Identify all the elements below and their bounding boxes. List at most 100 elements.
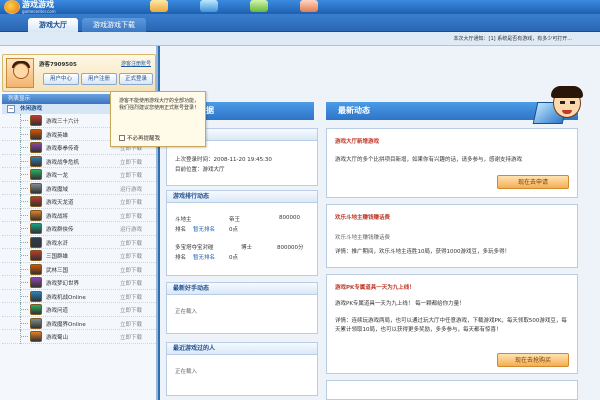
home-nav-icon[interactable] [150, 0, 168, 12]
rank1-role: 帝王 [229, 217, 241, 223]
tree-connector [20, 141, 28, 155]
game-list-item[interactable]: 游戏水浒 立即下载 [2, 235, 156, 249]
category-label: 休闲游戏 [20, 106, 43, 112]
avatar[interactable] [6, 58, 34, 88]
mascot-eye [570, 101, 575, 104]
news-item-2: 欢乐斗地主赚钱赚话费 欢乐斗地主赚钱赚话费 详情：推广期间，欢乐斗地主连胜10局… [326, 204, 578, 268]
game-status-link[interactable]: 立即下载 [120, 320, 142, 328]
user-register-button[interactable]: 用户注册 [81, 73, 117, 85]
game-list-item[interactable]: 游戏天龙道 立即下载 [2, 195, 156, 209]
news3-desc: 详情：连续玩游戏两局，也可以通过玩大厅中任意游戏，下载游戏PK，每天领取500游… [335, 318, 567, 333]
lately-played-panel: 最近游戏过的人 正在载入 [166, 342, 318, 396]
app-logo[interactable]: 游戏游戏 gamecenter.com [4, 0, 70, 14]
tab-download[interactable]: 游戏游戏下载 [82, 18, 146, 32]
game-status-link[interactable]: 运行游戏 [120, 225, 142, 233]
tab-lobby[interactable]: 游戏大厅 [28, 18, 78, 32]
game-list-item[interactable]: 武林三国 立即下载 [2, 262, 156, 276]
login-button[interactable]: 正式登录 [119, 73, 153, 85]
news3-title[interactable]: 游戏PK专属道具一天为九上线！ [335, 283, 415, 291]
rank1-value[interactable]: 暂无排名 [193, 225, 215, 233]
game-status-link[interactable]: 立即下载 [120, 333, 142, 341]
rank2-value[interactable]: 暂无排名 [193, 253, 215, 261]
game-list-item[interactable]: 游戏机战Online 立即下载 [2, 289, 156, 303]
game-list-item[interactable]: 游戏梦幻世界 立即下载 [2, 276, 156, 290]
current-location: 目前位置：游戏大厅 [175, 167, 225, 173]
tree-connector [20, 276, 28, 290]
game-list-item[interactable]: 游戏魔域 运行游戏 [2, 181, 156, 195]
game-list-item[interactable]: 三国群雄 立即下载 [2, 249, 156, 263]
user-center-button[interactable]: 用户中心 [43, 73, 79, 85]
mascot-eye [560, 101, 565, 104]
game-icon [30, 196, 42, 207]
tree-connector [20, 114, 28, 128]
game-status-link[interactable]: 立即下载 [120, 279, 142, 287]
tree-connector [20, 208, 28, 222]
apply-now-button[interactable]: 现在去申请 [497, 175, 569, 189]
mascot-image [532, 86, 585, 128]
game-name: 游戏梦幻世界 [46, 281, 80, 287]
news2-title[interactable]: 欢乐斗地主赚钱赚话费 [335, 213, 390, 221]
recent-players-panel: 最新好手动态 正在载入 [166, 282, 318, 334]
game-name: 游戏机战Online [46, 294, 86, 301]
game-name: 武林三国 [46, 267, 69, 274]
rank2-count: 0点 [229, 255, 238, 261]
checkbox-icon[interactable] [119, 135, 125, 141]
game-icon [30, 236, 42, 248]
news2-desc: 详情：推广期间，欢乐斗地主连胜10局，获得1000游戏豆，多玩多得！ [335, 249, 510, 255]
rank1-count: 0点 [229, 227, 238, 233]
main-content: 游戏数据 最新动态 游客 上次登录时间：2008-11-20 19:45:30 … [160, 46, 600, 400]
game-status-link[interactable]: 立即下载 [120, 293, 142, 301]
store-nav-icon[interactable] [200, 0, 218, 12]
game-status-link[interactable]: 立即下载 [120, 171, 142, 179]
friends-nav-icon[interactable] [250, 0, 268, 12]
game-name: 游戏群侠传 [46, 227, 74, 233]
rank1-game: 斗地主 [175, 217, 192, 223]
game-icon [30, 128, 42, 140]
game-list-item[interactable]: 游戏战将 立即下载 [2, 208, 156, 222]
ranking-title: 游戏排行动态 [167, 191, 317, 203]
top-nav-icons [150, 0, 318, 14]
game-icon [30, 115, 42, 126]
game-list-item[interactable]: 游戏群侠传 运行游戏 [2, 222, 156, 236]
game-icon [30, 182, 42, 194]
game-list-item[interactable]: 游戏问道 立即下载 [2, 303, 156, 317]
game-status-link[interactable]: 立即下载 [120, 306, 142, 314]
game-status-link[interactable]: 立即下载 [120, 158, 142, 166]
tree-connector [20, 316, 28, 330]
game-icon [30, 277, 42, 288]
tree-connector [20, 289, 28, 303]
game-name: 游戏蜀山 [46, 335, 69, 341]
tree-connector [20, 195, 28, 209]
register-link[interactable]: 游客注册账号 [121, 60, 151, 67]
game-status-link[interactable]: 立即下载 [120, 239, 142, 247]
game-name: 游戏魔域 [46, 186, 69, 193]
guest-warning-popup: 游客不能使用游戏大厅的全部功能，我们强烈建议您使用正式账号登录！ 不必再提醒我 [110, 91, 206, 147]
game-name: 游戏问道 [46, 308, 69, 314]
game-status-link[interactable]: 立即下载 [120, 252, 142, 260]
news-item-1: 游戏大厅新增游戏 游戏大厅的多个比拼项目新增，如果你有兴趣的话，请多参与，感谢支… [326, 128, 578, 198]
game-name: 游戏水浒 [46, 240, 69, 247]
game-list-item[interactable]: 游戏蜀山 立即下载 [2, 330, 156, 344]
game-list-item[interactable]: 游戏战争危机 立即下载 [2, 154, 156, 168]
no-remind-checkbox[interactable]: 不必再提醒我 [119, 134, 160, 142]
recent-title: 最新好手动态 [167, 283, 317, 295]
game-name: 游戏天龙道 [46, 200, 74, 206]
game-icon [30, 317, 42, 329]
game-status-link[interactable]: 立即下载 [120, 198, 142, 206]
game-name: 游戏一龙 [46, 173, 69, 179]
game-list-item[interactable]: 游戏魔界Online 立即下载 [2, 316, 156, 330]
tab-strip: 游戏大厅 游戏游戏下载 [0, 14, 600, 32]
game-name: 游戏英雄 [46, 132, 69, 139]
rank1-score: 800000 [279, 215, 300, 221]
news1-title[interactable]: 游戏大厅新增游戏 [335, 137, 379, 145]
buy-now-button[interactable]: 现在去抢购买 [497, 353, 569, 367]
settings-nav-icon[interactable] [300, 0, 318, 12]
game-status-link[interactable]: 立即下载 [120, 212, 142, 220]
expand-icon[interactable]: − [7, 105, 15, 113]
game-status-link[interactable]: 运行游戏 [120, 185, 142, 193]
game-name: 游戏战将 [46, 213, 69, 220]
game-status-link[interactable]: 立即下载 [120, 266, 142, 274]
game-name: 三国群雄 [46, 254, 69, 260]
game-name: 游戏战争危机 [46, 159, 80, 166]
game-list-item[interactable]: 游戏一龙 立即下载 [2, 168, 156, 182]
